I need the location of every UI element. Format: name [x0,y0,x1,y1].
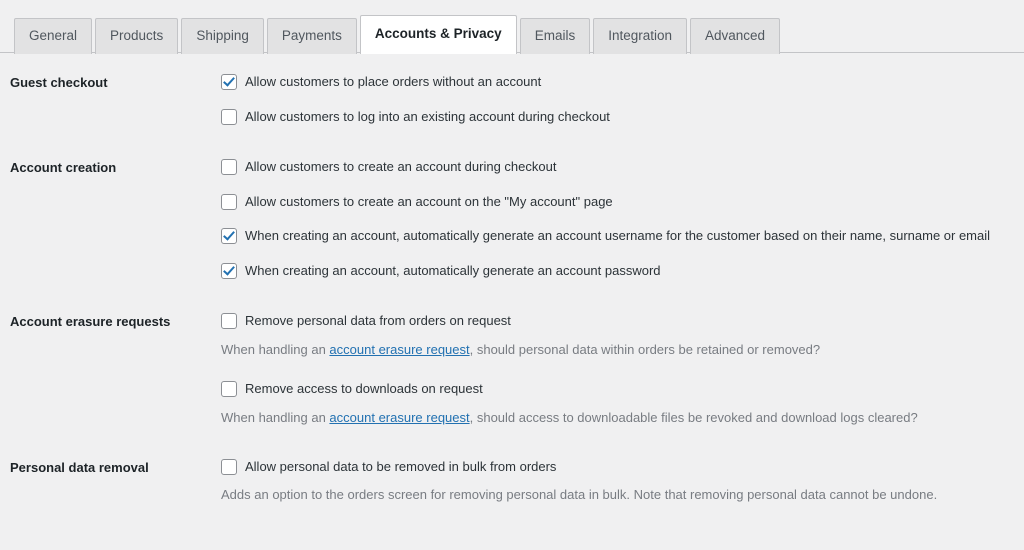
checkbox-label-remove-access-to-downloads: Remove access to downloads on request [245,381,483,397]
checkbox-field-guest-checkout-allow-orders[interactable]: Allow customers to place orders without … [221,73,1024,91]
settings-tab-bar: General Products Shipping Payments Accou… [0,0,1024,54]
checkbox-label-guest-checkout-allow-orders: Allow customers to place orders without … [245,74,542,89]
checkbox-label-remove-personal-data-from-orders: Remove personal data from orders on requ… [245,313,511,329]
tab-integration[interactable]: Integration [593,18,688,54]
checkbox-field-account-creation-generate-password[interactable]: When creating an account, automatically … [221,262,1024,280]
setting-row-personal-data-removal: Personal data removal Allow personal dat… [0,458,1024,505]
setting-row-account-erasure-requests: Account erasure requests Remove personal… [0,312,1024,426]
tab-accounts-and-privacy[interactable]: Accounts & Privacy [359,15,517,54]
setting-label-account-creation: Account creation [10,160,117,176]
checkbox-guest-checkout-allow-login[interactable] [221,108,237,125]
checkbox-label-account-creation-generate-username: When creating an account, automatically … [245,228,991,244]
setting-row-account-creation: Account creation Allow customers to crea… [0,158,1024,279]
checkbox-remove-access-to-downloads[interactable] [221,381,237,398]
description-remove-personal-data-from-orders: When handling an account erasure request… [221,341,1024,359]
tab-shipping[interactable]: Shipping [181,18,264,54]
setting-label-personal-data-removal: Personal data removal [10,459,149,475]
tab-list: General Products Shipping Payments Accou… [14,0,1024,54]
checkbox-field-remove-personal-data-from-orders[interactable]: Remove personal data from orders on requ… [221,312,1024,330]
tab-payments[interactable]: Payments [266,18,357,54]
account-erasure-request-link[interactable]: account erasure request [329,410,469,425]
checkbox-field-account-creation-generate-username[interactable]: When creating an account, automatically … [221,227,1024,245]
checkbox-label-account-creation-my-account-page: Allow customers to create an account on … [245,193,613,209]
checkbox-remove-personal-data-from-orders[interactable] [221,313,237,330]
checkbox-guest-checkout-allow-orders[interactable] [221,74,237,90]
setting-row-guest-checkout: Guest checkout Allow customers to place … [0,73,1024,125]
checkbox-field-guest-checkout-allow-login[interactable]: Allow customers to log into an existing … [221,108,1024,126]
checkbox-label-account-creation-during-checkout: Allow customers to create an account dur… [245,159,557,175]
settings-form: Guest checkout Allow customers to place … [0,53,1024,504]
checkbox-account-creation-during-checkout[interactable] [221,159,237,176]
description-allow-bulk-personal-data-removal: Adds an option to the orders screen for … [221,486,1024,504]
checkbox-account-creation-my-account-page[interactable] [221,193,237,210]
tab-products[interactable]: Products [95,18,179,54]
checkbox-account-creation-generate-password[interactable] [221,262,237,279]
description-text-before: When handling an [221,409,330,425]
setting-fields-personal-data-removal: Allow personal data to be removed in bul… [221,458,1024,505]
description-remove-access-to-downloads: When handling an account erasure request… [221,409,1024,427]
tab-general[interactable]: General [14,18,93,54]
checkbox-label-account-creation-generate-password: When creating an account, automatically … [245,262,661,278]
account-erasure-request-link[interactable]: account erasure request [329,342,469,357]
checkbox-field-account-creation-my-account-page[interactable]: Allow customers to create an account on … [221,193,1024,211]
checkbox-label-guest-checkout-allow-login: Allow customers to log into an existing … [245,108,610,124]
description-text-after: , should access to downloadable files be… [469,409,918,425]
setting-fields-guest-checkout: Allow customers to place orders without … [221,73,1024,125]
setting-label-guest-checkout: Guest checkout [10,75,108,90]
setting-fields-account-creation: Allow customers to create an account dur… [221,158,1024,279]
description-text-before: Adds an option to the orders screen for … [221,487,938,503]
description-text-before: When handling an [221,341,330,357]
setting-fields-account-erasure-requests: Remove personal data from orders on requ… [221,312,1024,426]
checkbox-label-allow-bulk-personal-data-removal: Allow personal data to be removed in bul… [245,458,557,474]
checkbox-account-creation-generate-username[interactable] [221,228,237,245]
checkbox-field-allow-bulk-personal-data-removal[interactable]: Allow personal data to be removed in bul… [221,458,1024,476]
checkbox-allow-bulk-personal-data-removal[interactable] [221,458,237,475]
tab-advanced[interactable]: Advanced [690,18,781,54]
tab-emails[interactable]: Emails [519,18,591,54]
checkbox-field-account-creation-during-checkout[interactable]: Allow customers to create an account dur… [221,158,1024,176]
setting-label-account-erasure-requests: Account erasure requests [10,314,171,330]
checkbox-field-remove-access-to-downloads[interactable]: Remove access to downloads on request [221,380,1024,398]
description-text-after: , should personal data within orders be … [469,341,821,357]
